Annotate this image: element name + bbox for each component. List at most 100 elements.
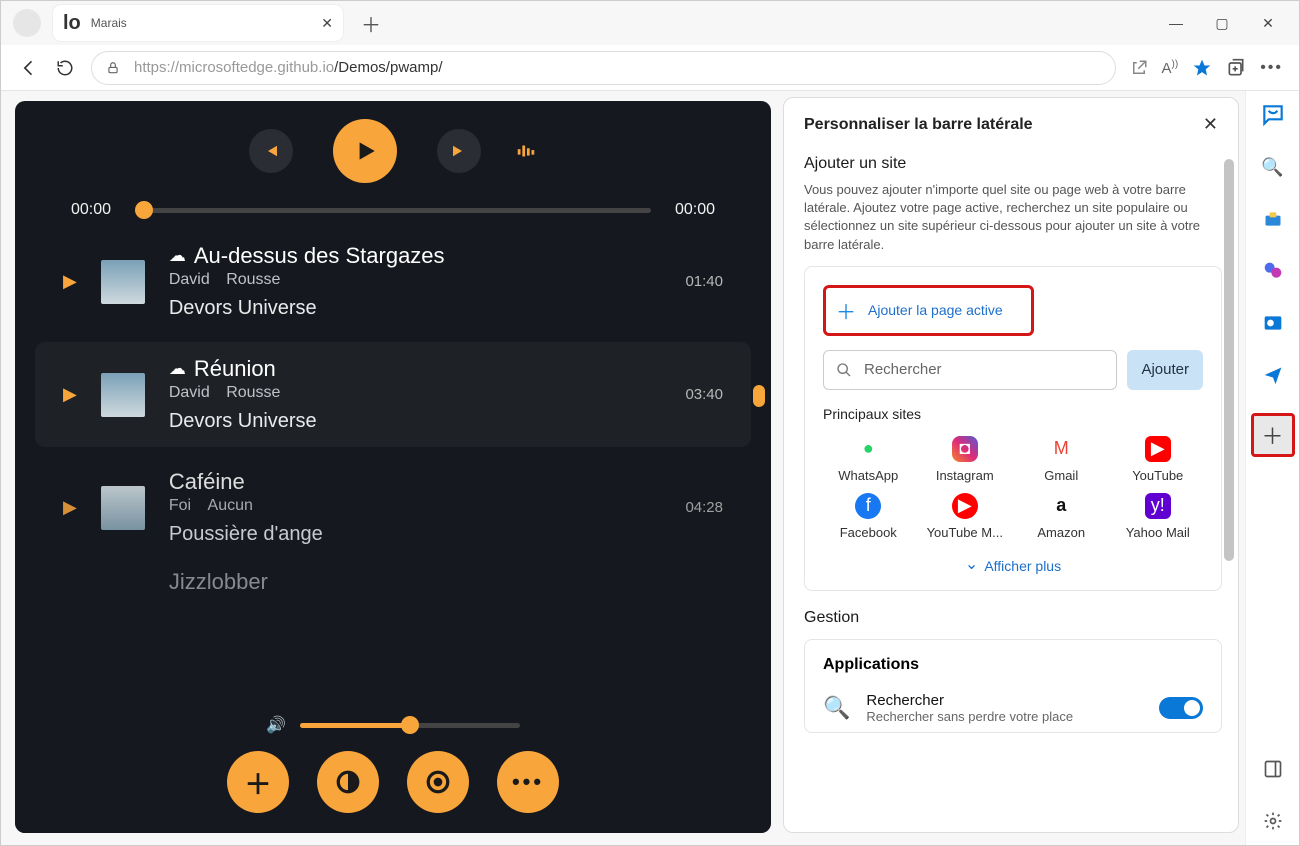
top-site-facebook[interactable]: fFacebook (823, 493, 914, 540)
add-site-description: Vous pouvez ajouter n'importe quel site … (804, 181, 1238, 254)
url-host: https://microsoftedge.github.io (134, 59, 334, 76)
bing-chat-icon[interactable] (1259, 101, 1287, 129)
track-artist: David (169, 271, 210, 288)
volume-slider[interactable] (300, 723, 520, 728)
track-list: ▶ ☁Au-dessus des Stargazes David Rousse … (15, 223, 771, 604)
top-site-whatsapp[interactable]: ●WhatsApp (823, 436, 914, 483)
track-title: Jizzlobber (169, 569, 268, 595)
lock-icon (106, 61, 120, 75)
address-bar[interactable]: https://microsoftedge.github.io/Demos/pw… (91, 51, 1116, 85)
next-track-button[interactable] (437, 129, 481, 173)
management-heading: Gestion (804, 609, 1238, 627)
search-app-icon: 🔍 (823, 695, 850, 721)
track-album: Devors Universe (169, 410, 662, 433)
read-aloud-icon[interactable]: A)) (1162, 59, 1179, 77)
favorite-star-icon[interactable] (1192, 58, 1212, 78)
sidebar-outlook-icon[interactable] (1259, 309, 1287, 337)
track-extra: Rousse (226, 384, 280, 401)
pwamp-player: 00:00 00:00 ▶ ☁Au-dessus des Stargazes D… (15, 101, 771, 833)
top-site-youtube[interactable]: ▶YouTube (1113, 436, 1204, 483)
refresh-button[interactable] (47, 50, 83, 86)
track-item[interactable]: ▶ ☁Réunion David Rousse Devors Universe … (35, 342, 751, 447)
add-button[interactable]: Ajouter (1127, 350, 1203, 390)
app-row-search: 🔍 Rechercher Rechercher sans perdre votr… (823, 684, 1203, 732)
add-track-button[interactable]: ＋ (227, 751, 289, 813)
play-icon[interactable]: ▶ (63, 497, 77, 518)
record-button[interactable] (407, 751, 469, 813)
album-art (101, 260, 145, 304)
previous-track-button[interactable] (249, 129, 293, 173)
top-site-amazon[interactable]: aAmazon (1016, 493, 1107, 540)
plus-icon: ＋ (836, 296, 856, 325)
track-item[interactable]: ▶ Caféine Foi Aucun Poussière d'ange 04:… (35, 455, 751, 560)
track-title: Caféine (169, 469, 245, 495)
open-external-icon[interactable] (1130, 59, 1148, 77)
top-site-youtube-music[interactable]: ▶YouTube M... (920, 493, 1011, 540)
cloud-icon: ☁ (169, 359, 186, 379)
time-total: 00:00 (675, 201, 715, 219)
cloud-icon: ☁ (169, 246, 186, 266)
site-search-input[interactable]: Rechercher (823, 350, 1117, 390)
tab-favicon: lo (63, 12, 81, 35)
top-site-instagram[interactable]: ◘Instagram (920, 436, 1011, 483)
add-current-page-button[interactable]: ＋ Ajouter la page active (823, 285, 1034, 336)
add-site-heading: Ajouter un site (804, 155, 1238, 173)
panel-scrollbar[interactable] (1224, 159, 1234, 561)
search-placeholder: Rechercher (864, 361, 942, 378)
sidepanel-title: Personnaliser la barre latérale (804, 116, 1033, 134)
collections-icon[interactable] (1226, 58, 1246, 78)
add-current-label: Ajouter la page active (868, 302, 1003, 318)
album-art (101, 373, 145, 417)
applications-heading: Applications (823, 656, 1203, 674)
top-site-gmail[interactable]: MGmail (1016, 436, 1107, 483)
search-icon (836, 362, 852, 378)
show-more-link[interactable]: Afficher plus (823, 548, 1203, 578)
new-tab-button[interactable]: ＋ (361, 9, 381, 38)
sidebar-customize-panel: Personnaliser la barre latérale ✕ Ajoute… (783, 97, 1239, 833)
visualizer-icon[interactable] (515, 140, 537, 162)
time-current: 00:00 (71, 201, 111, 219)
profile-avatar[interactable] (13, 9, 41, 37)
track-extra: Rousse (226, 271, 280, 288)
track-title: Réunion (194, 356, 276, 382)
app-toggle[interactable] (1159, 697, 1203, 719)
close-icon[interactable]: ✕ (1203, 114, 1218, 135)
sidebar-office-icon[interactable] (1259, 257, 1287, 285)
track-album: Devors Universe (169, 297, 662, 320)
tab-strip: lo Marais ✕ ＋ — ▢ ✕ (1, 1, 1299, 45)
seek-slider[interactable] (135, 208, 651, 213)
top-site-yahoo-mail[interactable]: y!Yahoo Mail (1113, 493, 1204, 540)
play-icon[interactable]: ▶ (63, 271, 77, 292)
track-item[interactable]: ▶ Jizzlobber (35, 568, 751, 596)
window-close-button[interactable]: ✕ (1245, 15, 1291, 32)
track-duration: 03:40 (685, 386, 723, 403)
back-button[interactable] (11, 50, 47, 86)
list-scrollbar[interactable] (753, 385, 765, 407)
sidebar-add-button[interactable]: ＋ (1251, 413, 1295, 457)
play-icon[interactable]: ▶ (63, 384, 77, 405)
browser-tab[interactable]: lo Marais ✕ (53, 5, 343, 41)
volume-icon[interactable]: 🔊 (266, 715, 286, 735)
close-tab-icon[interactable]: ✕ (321, 15, 333, 32)
more-actions-button[interactable]: ••• (497, 751, 559, 813)
top-sites-heading: Principaux sites (823, 406, 1203, 422)
track-duration: 04:28 (685, 499, 723, 516)
theme-button[interactable] (317, 751, 379, 813)
sidebar-shopping-icon[interactable] (1259, 205, 1287, 233)
sidebar-settings-icon[interactable] (1259, 807, 1287, 835)
toolbar: https://microsoftedge.github.io/Demos/pw… (1, 45, 1299, 91)
track-album: Poussière d'ange (169, 523, 662, 546)
app-name: Rechercher (866, 692, 1143, 709)
app-sub: Rechercher sans perdre votre place (866, 709, 1143, 724)
track-item[interactable]: ▶ ☁Au-dessus des Stargazes David Rousse … (35, 229, 751, 334)
more-menu-icon[interactable]: ••• (1260, 59, 1283, 77)
play-button[interactable] (333, 119, 397, 183)
window-minimize-button[interactable]: — (1153, 15, 1199, 31)
track-artist: Foi (169, 497, 191, 514)
sidebar-send-icon[interactable] (1259, 361, 1287, 389)
sidebar-search-icon[interactable]: 🔍 (1259, 153, 1287, 181)
track-duration: 01:40 (685, 273, 723, 290)
album-art (101, 486, 145, 530)
sidebar-layout-icon[interactable] (1259, 755, 1287, 783)
window-maximize-button[interactable]: ▢ (1199, 15, 1245, 32)
